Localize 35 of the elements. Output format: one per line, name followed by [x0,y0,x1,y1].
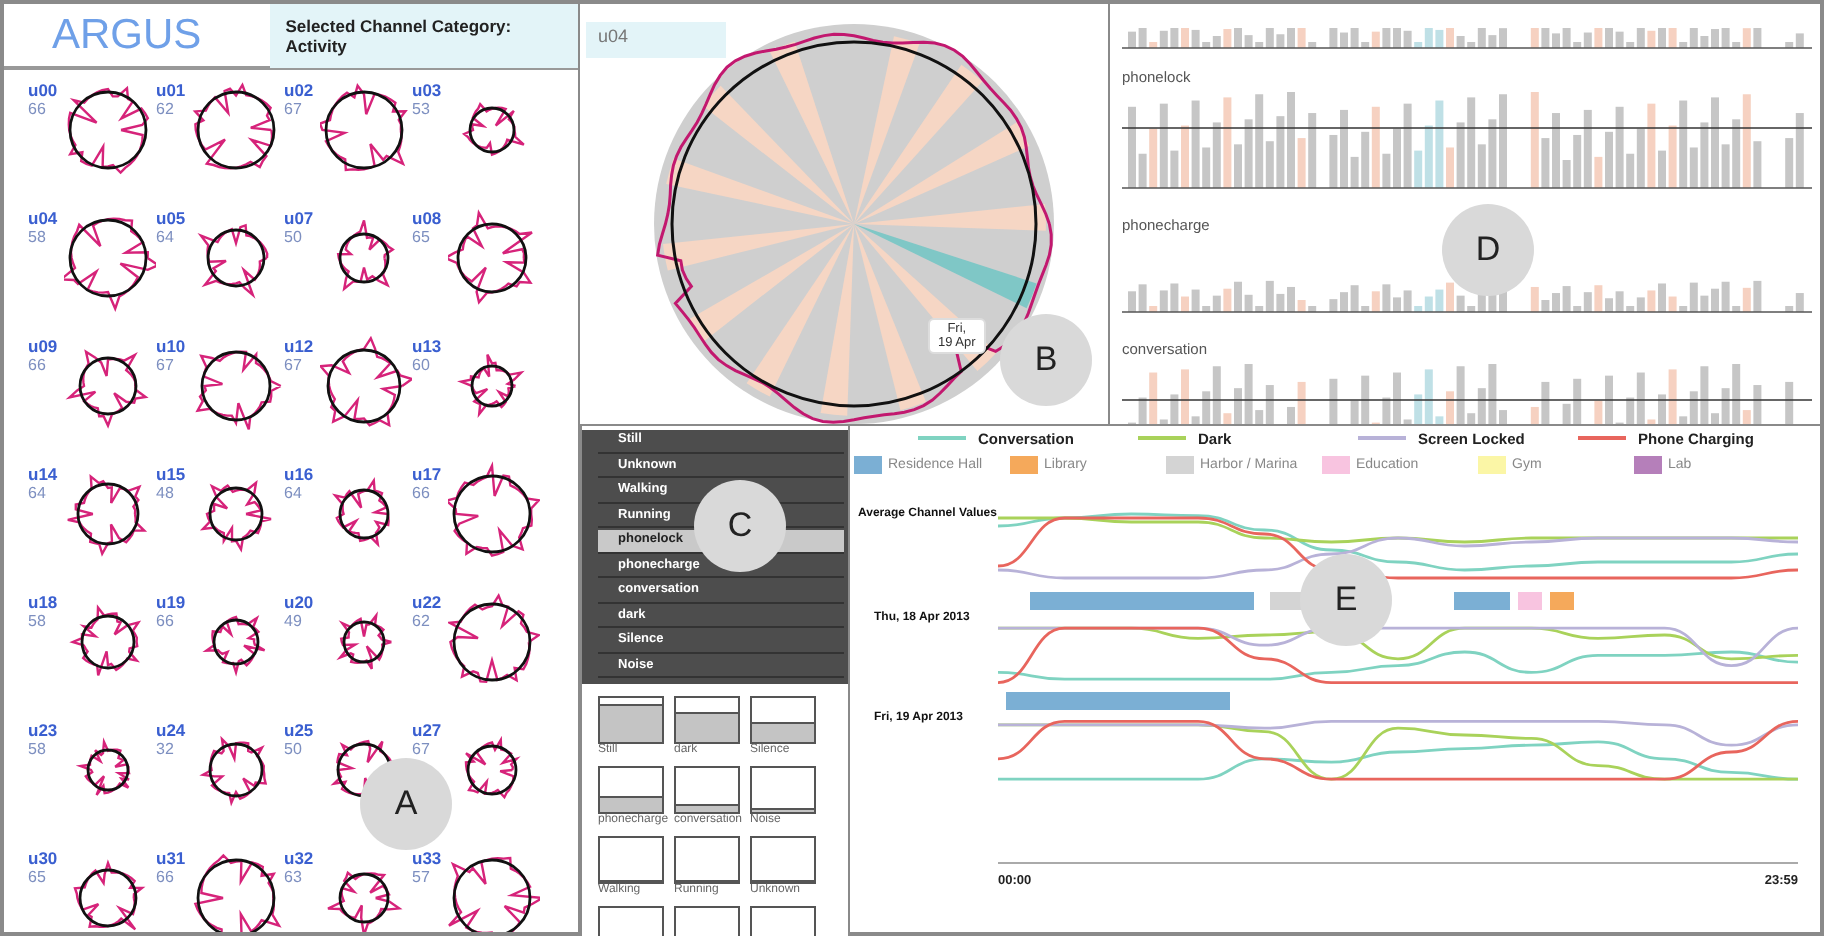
user-count: 50 [284,228,304,246]
user-count: 67 [284,356,304,374]
user-count: 62 [412,612,432,630]
user-count: 57 [412,868,432,886]
user-count: 48 [156,484,176,502]
user-count: 67 [412,740,432,758]
user-count: 67 [284,100,304,118]
callout-tooltip: D [1442,204,1534,296]
user-count: 58 [28,612,48,630]
category-badge: Selected Channel Category: Activity [269,4,578,67]
user-count: 62 [156,100,176,118]
user-count: 64 [156,228,176,246]
user-count: 58 [28,228,48,246]
user-count: 50 [284,740,304,758]
user-count: 66 [28,356,48,374]
user-count: 63 [284,868,304,886]
user-count: 66 [28,100,48,118]
user-count: 66 [412,484,432,502]
user-count: 67 [156,356,176,374]
user-count: 58 [28,740,48,758]
user-count: 49 [284,612,304,630]
user-count: 66 [156,612,176,630]
callout-tooltip: B [1000,314,1092,406]
user-count: 65 [28,868,48,886]
user-count: 53 [412,100,432,118]
user-count: 65 [412,228,432,246]
user-count: 32 [156,740,176,758]
selected-user-label: u04 [586,22,726,58]
user-count: 64 [28,484,48,502]
app-title: ARGUS [52,11,202,59]
user-count: 60 [412,356,432,374]
callout-tooltip: A [360,758,452,850]
user-count: 66 [156,868,176,886]
user-count: 64 [284,484,304,502]
callout-tooltip: E [1300,554,1392,646]
